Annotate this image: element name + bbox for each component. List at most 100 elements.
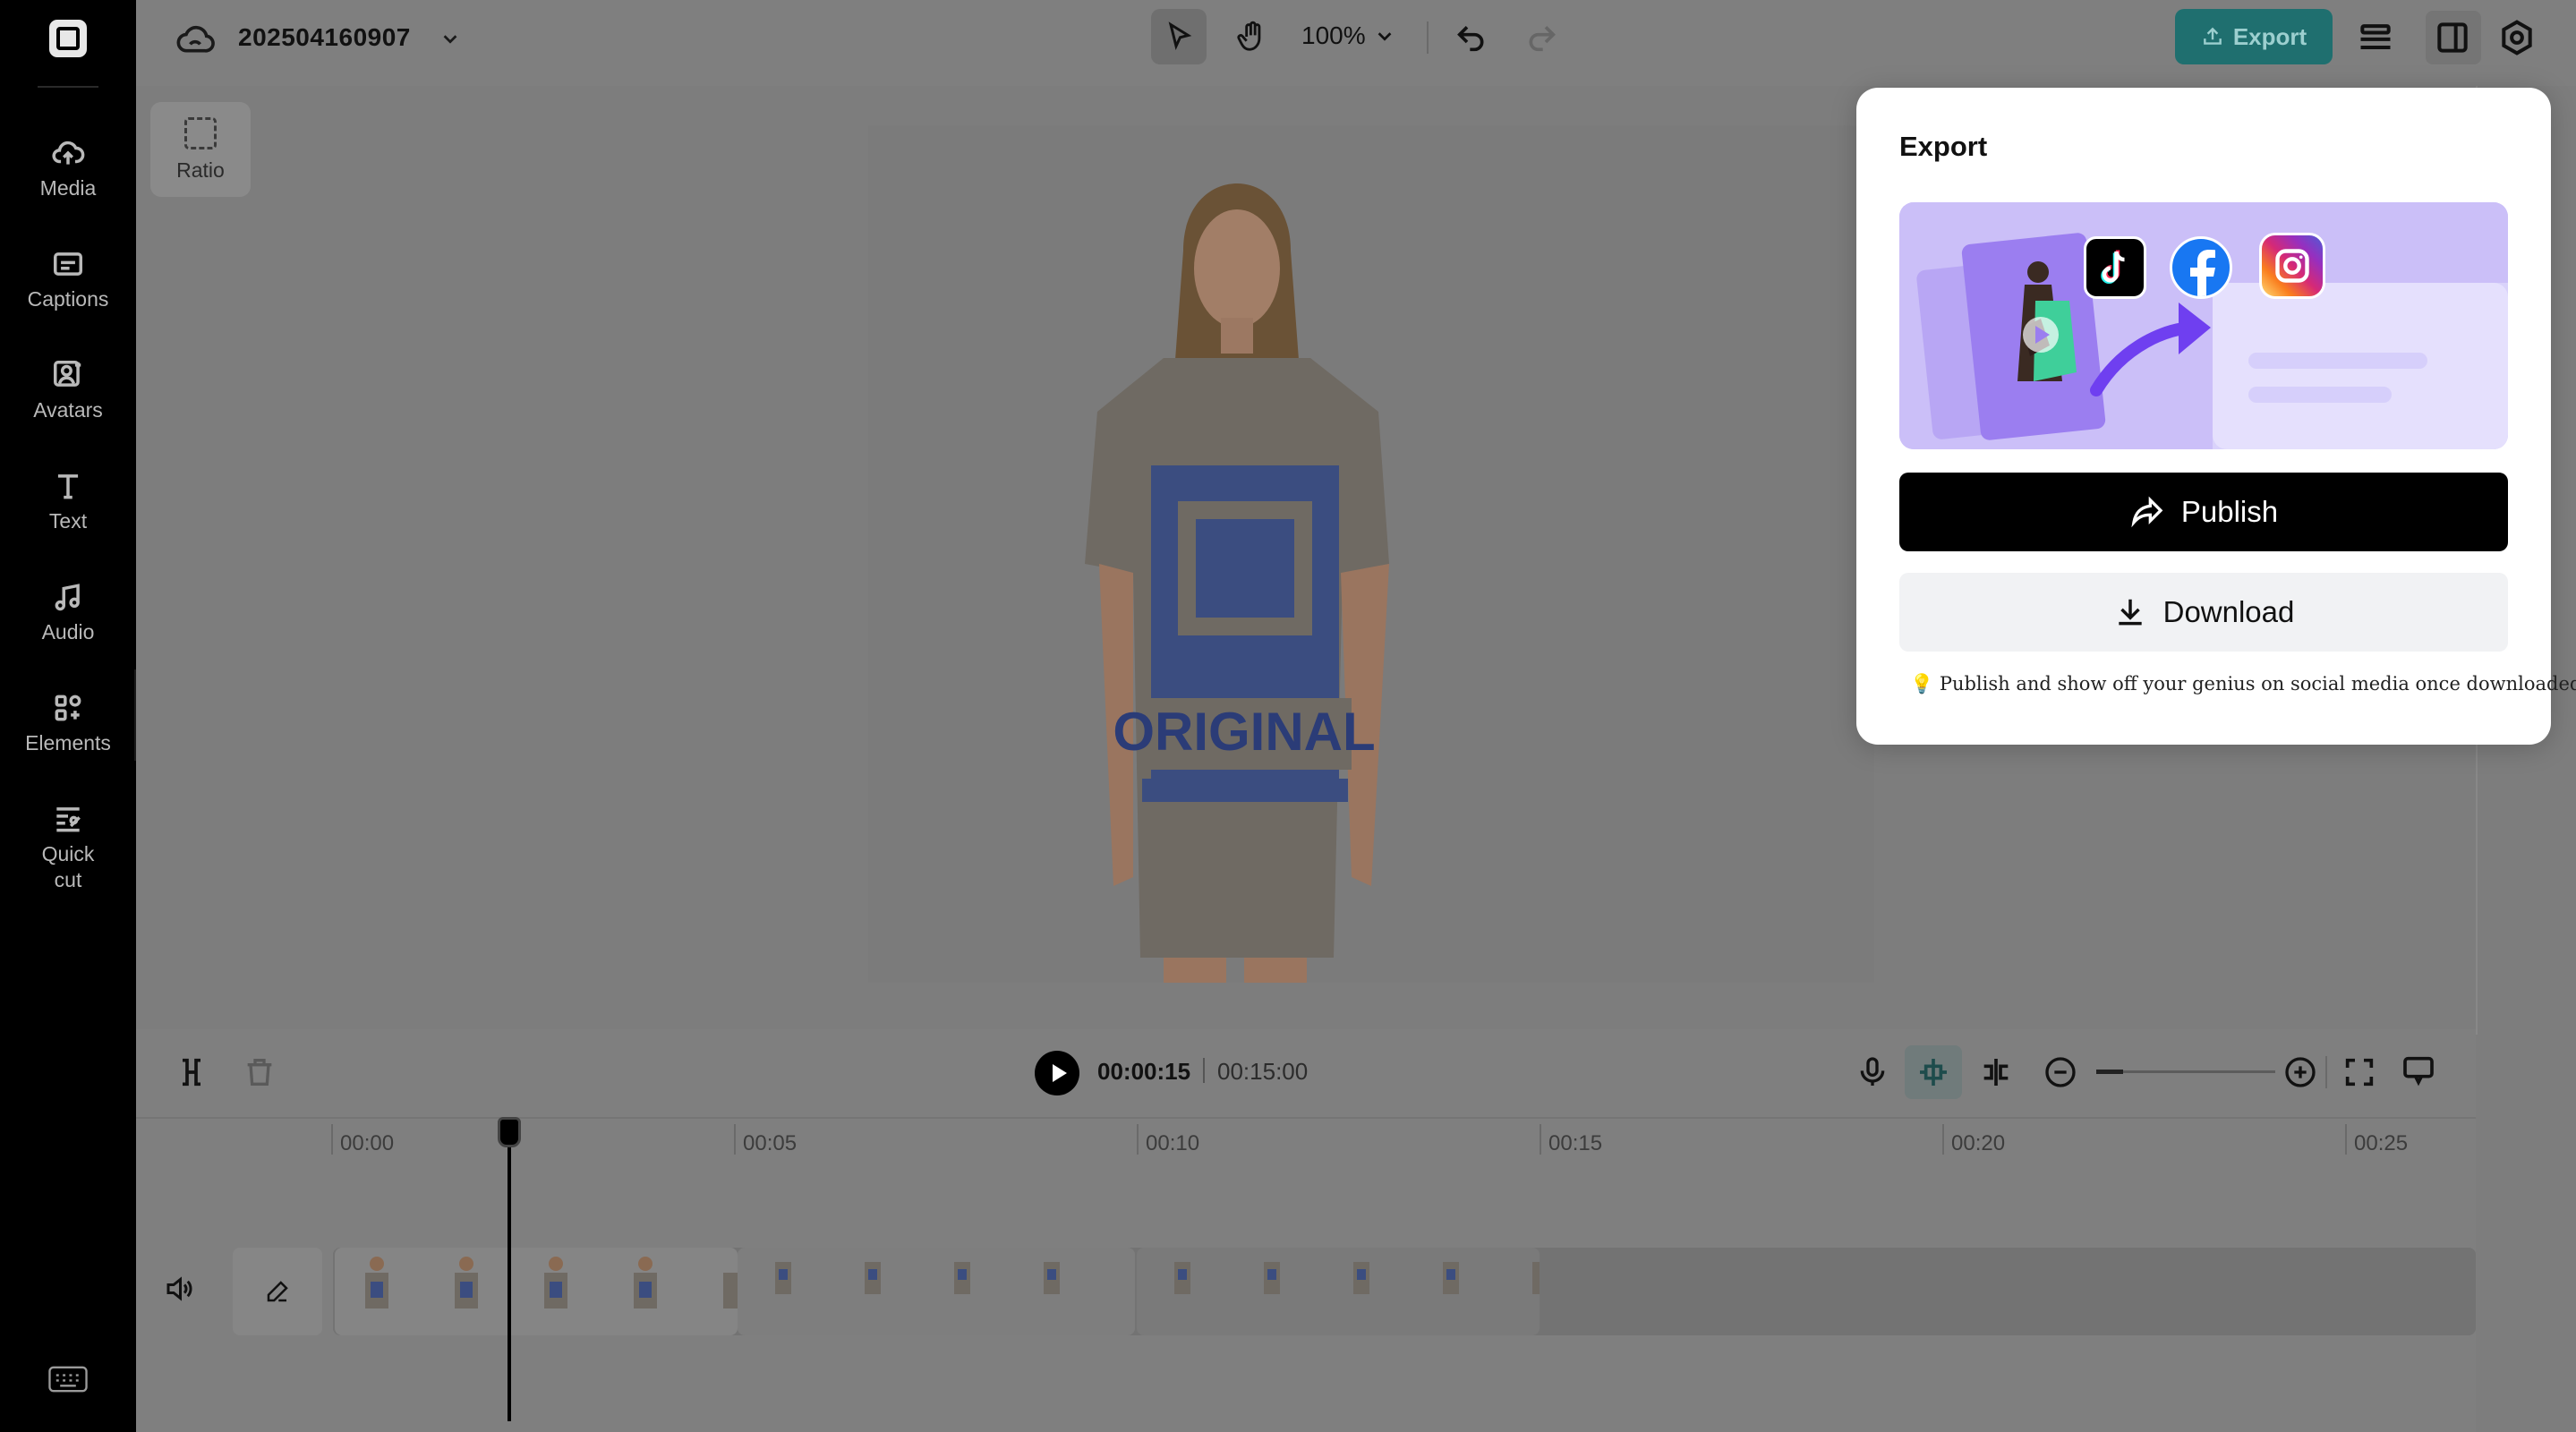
sidebar-item-quick-cut[interactable]: Quick cut xyxy=(0,802,136,893)
comment-icon[interactable] xyxy=(2401,1053,2436,1088)
download-button[interactable]: Download xyxy=(1899,573,2508,652)
download-icon xyxy=(2118,599,2142,626)
delete-icon[interactable] xyxy=(242,1054,277,1090)
ruler-label: 00:25 xyxy=(2354,1131,2409,1155)
sidebar-item-elements[interactable]: Elements xyxy=(0,691,136,756)
ruler-label: 00:10 xyxy=(1146,1131,1200,1155)
clip-thumbnails xyxy=(1174,1262,1540,1294)
clip-thumbnails xyxy=(775,1262,1060,1294)
popup-title: Export xyxy=(1899,131,1988,162)
tiktok-icon xyxy=(2084,236,2146,299)
layers-icon[interactable] xyxy=(2356,18,2395,57)
model-photo: ORIGINAL xyxy=(868,125,1874,983)
ruler-tick xyxy=(1942,1124,1944,1155)
zoom-in-icon[interactable] xyxy=(2282,1054,2318,1090)
captions-icon xyxy=(54,252,82,276)
hand-tool-button[interactable] xyxy=(1224,9,1280,64)
top-toolbar: 202504160907 100% Export xyxy=(136,0,2576,86)
publish-label: Publish xyxy=(2180,495,2279,528)
project-title[interactable]: 202504160907 xyxy=(238,23,411,52)
speaker-icon[interactable] xyxy=(163,1273,195,1305)
music-note-icon xyxy=(55,584,80,611)
ruler-tick xyxy=(1540,1124,1541,1155)
ruler-tick xyxy=(1137,1124,1139,1155)
chevron-down-icon[interactable] xyxy=(440,29,460,48)
export-banner-illustration xyxy=(1899,202,2508,449)
panel-layout-icon[interactable] xyxy=(2433,18,2472,57)
zoom-out-icon[interactable] xyxy=(2043,1054,2078,1090)
sidebar-item-label: Audio xyxy=(41,620,95,644)
cloud-sync-icon[interactable] xyxy=(175,21,215,57)
sidebar-item-label: Quick cut xyxy=(41,842,95,891)
fullscreen-icon[interactable] xyxy=(2341,1054,2377,1090)
ruler-label: 00:20 xyxy=(1951,1131,2006,1155)
app-logo[interactable] xyxy=(49,20,87,57)
sidebar-item-label: Elements xyxy=(25,731,111,754)
instagram-icon xyxy=(2259,233,2325,299)
download-label: Download xyxy=(2162,595,2295,628)
elements-icon xyxy=(55,695,81,721)
publish-button[interactable]: Publish xyxy=(1899,473,2508,551)
ruler-tick xyxy=(734,1124,736,1155)
pencil-icon xyxy=(267,1281,288,1302)
zoom-dropdown[interactable]: 100% xyxy=(1301,21,1395,50)
ratio-label: Ratio xyxy=(176,158,225,182)
playhead[interactable] xyxy=(508,1119,511,1421)
timeline-panel xyxy=(136,1029,2476,1432)
magnet-snap-icon[interactable] xyxy=(1915,1054,1951,1090)
undo-icon[interactable] xyxy=(1454,20,1489,55)
divider xyxy=(38,86,98,88)
video-clip[interactable] xyxy=(1137,1248,1540,1335)
ruler-label: 00:00 xyxy=(340,1131,395,1155)
zoom-value: 100% xyxy=(1301,21,1366,49)
ruler-tick xyxy=(2345,1124,2347,1155)
share-icon xyxy=(2131,496,2163,528)
export-label: Export xyxy=(2232,22,2307,50)
keyboard-icon[interactable] xyxy=(48,1366,88,1393)
settings-icon[interactable] xyxy=(2497,18,2537,57)
sidebar-item-label: Text xyxy=(48,509,88,533)
left-sidebar: Media Captions Avatars Text Audio Elemen… xyxy=(0,0,136,1432)
hand-icon xyxy=(1237,21,1261,51)
sidebar-item-captions[interactable]: Captions xyxy=(0,247,136,312)
chevron-down-icon xyxy=(1378,32,1392,41)
svg-text:ORIGINAL: ORIGINAL xyxy=(1113,702,1375,762)
timeline-ruler[interactable] xyxy=(136,1117,2476,1171)
sidebar-item-label: Media xyxy=(39,176,97,200)
split-clip-icon[interactable] xyxy=(1978,1054,2014,1090)
upload-icon xyxy=(2203,27,2222,45)
ruler-label: 00:05 xyxy=(743,1131,798,1155)
sidebar-item-label: Avatars xyxy=(33,398,103,422)
divider xyxy=(1203,1058,1205,1083)
canvas-preview[interactable]: ORIGINAL xyxy=(868,125,1874,983)
track-edit-button[interactable] xyxy=(233,1248,322,1335)
clip-thumbnails xyxy=(365,1257,738,1308)
sidebar-item-audio[interactable]: Audio xyxy=(0,580,136,645)
ruler-label: 00:15 xyxy=(1548,1131,1603,1155)
divider xyxy=(1427,21,1429,54)
facebook-icon xyxy=(2170,236,2232,299)
video-clip[interactable] xyxy=(738,1248,1135,1335)
select-tool-button[interactable] xyxy=(1151,9,1207,64)
current-time: 00:00:15 xyxy=(1097,1058,1191,1085)
redo-icon[interactable] xyxy=(1523,20,1559,55)
divider xyxy=(2325,1056,2327,1088)
timeline-zoom-slider[interactable] xyxy=(2096,1070,2275,1074)
export-button[interactable]: Export xyxy=(2175,9,2333,64)
ratio-button[interactable]: Ratio xyxy=(150,102,251,197)
ratio-icon xyxy=(184,116,217,149)
sidebar-item-media[interactable]: Media xyxy=(0,136,136,201)
playhead-handle[interactable] xyxy=(498,1117,521,1147)
sidebar-item-label: Captions xyxy=(27,287,109,311)
play-button[interactable] xyxy=(1035,1051,1079,1095)
total-time: 00:15:00 xyxy=(1217,1058,1309,1085)
quick-cut-icon xyxy=(56,807,81,832)
text-icon xyxy=(57,474,79,499)
microphone-icon[interactable] xyxy=(1855,1054,1890,1090)
sidebar-item-text[interactable]: Text xyxy=(0,469,136,534)
sidebar-item-avatars[interactable]: Avatars xyxy=(0,358,136,423)
video-clip[interactable] xyxy=(335,1248,738,1335)
popup-hint-text: 💡 Publish and show off your genius on so… xyxy=(1910,673,2576,695)
pointer-icon xyxy=(1168,21,1192,50)
split-icon[interactable] xyxy=(174,1054,209,1090)
